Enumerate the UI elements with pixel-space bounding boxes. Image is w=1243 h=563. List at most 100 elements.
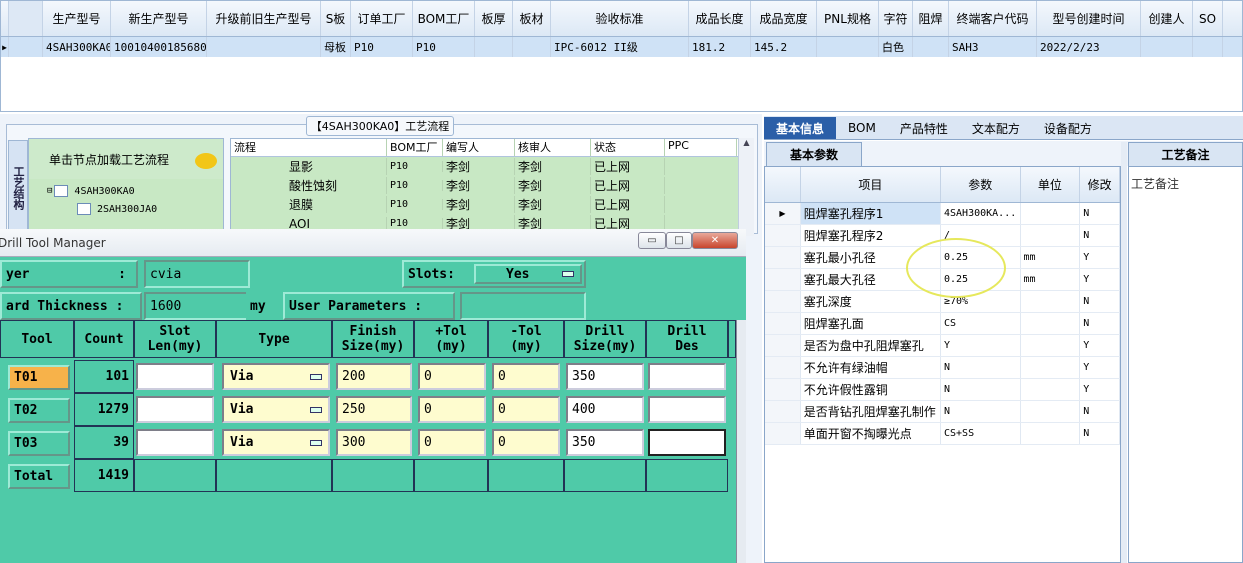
table-row[interactable]: 不允许有绿油帽 N Y <box>765 357 1120 379</box>
table-row[interactable]: 是否背钻孔阻焊塞孔制作 N N <box>765 401 1120 423</box>
type-select[interactable]: Via <box>222 396 330 423</box>
table-row[interactable]: ▶ 4SAH300KA0 10010400185680 母板 P10 P10 I… <box>1 37 1242 57</box>
col-header[interactable]: 修改 <box>1080 167 1120 202</box>
col-header[interactable]: 生产型号 <box>43 1 111 36</box>
drill-des-input[interactable] <box>648 429 726 456</box>
subtab-process-note[interactable]: 工艺备注 <box>1128 142 1243 166</box>
scroll-up-icon[interactable]: ▲ <box>739 138 754 147</box>
param[interactable]: N <box>941 379 1021 400</box>
mtol-input[interactable]: 0 <box>492 363 560 390</box>
cell[interactable] <box>817 37 879 57</box>
col-header[interactable]: 创建人 <box>1141 1 1193 36</box>
user-params-button[interactable]: User Parameters : <box>283 292 455 320</box>
process-structure-side-tab[interactable]: 工艺结构 <box>8 140 28 236</box>
maximize-button[interactable]: □ <box>666 232 692 249</box>
col-header[interactable]: 验收标准 <box>551 1 689 36</box>
cell[interactable]: IPC-6012 II级 <box>551 37 689 57</box>
ptol-input[interactable]: 0 <box>418 363 486 390</box>
param[interactable]: CS <box>941 313 1021 334</box>
table-row[interactable]: 退膜 P10 李剑 李剑 已上网 <box>231 195 753 214</box>
tree-node[interactable]: ⊟ 4SAH300KA0 <box>47 185 135 197</box>
tool-button[interactable]: T01 <box>8 365 70 390</box>
drill-des-input[interactable] <box>648 396 726 423</box>
col-header[interactable]: 参数 <box>941 167 1021 202</box>
tab-equipment-recipe[interactable]: 设备配方 <box>1032 117 1104 139</box>
param[interactable]: Y <box>941 335 1021 356</box>
slots-select[interactable]: Yes <box>474 264 582 284</box>
table-row[interactable]: 显影 P10 李剑 李剑 已上网 <box>231 157 753 176</box>
ptol-input[interactable]: 0 <box>418 429 486 456</box>
col-header[interactable]: 阻焊 <box>913 1 949 36</box>
total-button[interactable]: Total <box>8 464 70 489</box>
col-header[interactable]: 终端客户代码 <box>949 1 1037 36</box>
type-select[interactable]: Via <box>222 363 330 390</box>
col-header[interactable]: 成品长度 <box>689 1 751 36</box>
col-header[interactable]: SO <box>1193 1 1223 36</box>
cell[interactable]: 145.2 <box>751 37 817 57</box>
tab-product-features[interactable]: 产品特性 <box>888 117 960 139</box>
col-header[interactable]: S板 <box>321 1 351 36</box>
col-header[interactable]: 编写人 <box>443 139 515 156</box>
finish-input[interactable]: 250 <box>336 396 412 423</box>
param[interactable]: CS+SS <box>941 423 1021 444</box>
cell[interactable]: SAH3 <box>949 37 1037 57</box>
col-header[interactable]: 新生产型号 <box>111 1 207 36</box>
slot-len-input[interactable] <box>136 363 214 390</box>
param[interactable]: N <box>941 357 1021 378</box>
table-row[interactable]: 不允许假性露铜 N Y <box>765 379 1120 401</box>
cell[interactable]: 2022/2/23 <box>1037 37 1141 57</box>
cell[interactable]: 白色 <box>879 37 913 57</box>
col-header[interactable]: 字符 <box>879 1 913 36</box>
col-header[interactable]: 状态 <box>591 139 665 156</box>
slot-len-input[interactable] <box>136 396 214 423</box>
table-row[interactable]: 阻焊塞孔面 CS N <box>765 313 1120 335</box>
layer-input[interactable]: cvia <box>144 260 250 288</box>
table-row[interactable]: 酸性蚀刻 P10 李剑 李剑 已上网 <box>231 176 753 195</box>
type-select[interactable]: Via <box>222 429 330 456</box>
finish-input[interactable]: 300 <box>336 429 412 456</box>
col-header[interactable]: 订单工厂 <box>351 1 413 36</box>
cell[interactable] <box>207 37 321 57</box>
dtm-titlebar[interactable]: Drill Tool Manager ▭ □ ✕ <box>0 229 746 257</box>
slot-len-input[interactable] <box>136 429 214 456</box>
minimize-button[interactable]: ▭ <box>638 232 666 249</box>
drill-des-input[interactable] <box>648 363 726 390</box>
param[interactable]: N <box>941 401 1021 422</box>
subtab-basic-params[interactable]: 基本参数 <box>766 142 862 166</box>
process-note-panel[interactable]: 工艺备注 <box>1128 166 1243 563</box>
col-header[interactable]: PNL规格 <box>817 1 879 36</box>
process-title-tab[interactable]: 【4SAH300KA0】工艺流程 <box>306 116 454 136</box>
collapse-icon[interactable]: ⊟ <box>47 186 52 196</box>
col-header[interactable]: 核审人 <box>515 139 591 156</box>
drill-size-input[interactable]: 350 <box>566 363 644 390</box>
col-header[interactable]: 成品宽度 <box>751 1 817 36</box>
tool-button[interactable]: T02 <box>8 398 70 423</box>
tab-bom[interactable]: BOM <box>836 117 888 139</box>
col-header[interactable]: 板厚 <box>475 1 513 36</box>
col-header[interactable]: 单位 <box>1021 167 1081 202</box>
cell[interactable]: 10010400185680 <box>111 37 207 57</box>
cell[interactable] <box>513 37 551 57</box>
col-header[interactable]: BOM工厂 <box>413 1 475 36</box>
comment-bubble-icon[interactable] <box>195 153 217 169</box>
cell[interactable] <box>475 37 513 57</box>
tool-button[interactable]: T03 <box>8 431 70 456</box>
user-params-input[interactable] <box>460 292 586 320</box>
cell[interactable] <box>913 37 949 57</box>
close-button[interactable]: ✕ <box>692 232 738 249</box>
cell[interactable] <box>1141 37 1193 57</box>
ptol-input[interactable]: 0 <box>418 396 486 423</box>
thickness-input[interactable]: 1600 <box>144 292 248 320</box>
mtol-input[interactable]: 0 <box>492 429 560 456</box>
drill-size-input[interactable]: 400 <box>566 396 644 423</box>
col-header[interactable]: 型号创建时间 <box>1037 1 1141 36</box>
col-header[interactable]: 板材 <box>513 1 551 36</box>
col-header[interactable]: PPC <box>665 139 737 156</box>
tab-text-recipe[interactable]: 文本配方 <box>960 117 1032 139</box>
cell[interactable]: P10 <box>413 37 475 57</box>
mtol-input[interactable]: 0 <box>492 396 560 423</box>
finish-input[interactable]: 200 <box>336 363 412 390</box>
cell[interactable]: 181.2 <box>689 37 751 57</box>
process-scrollbar[interactable]: ▲ <box>738 138 754 236</box>
drill-size-input[interactable]: 350 <box>566 429 644 456</box>
